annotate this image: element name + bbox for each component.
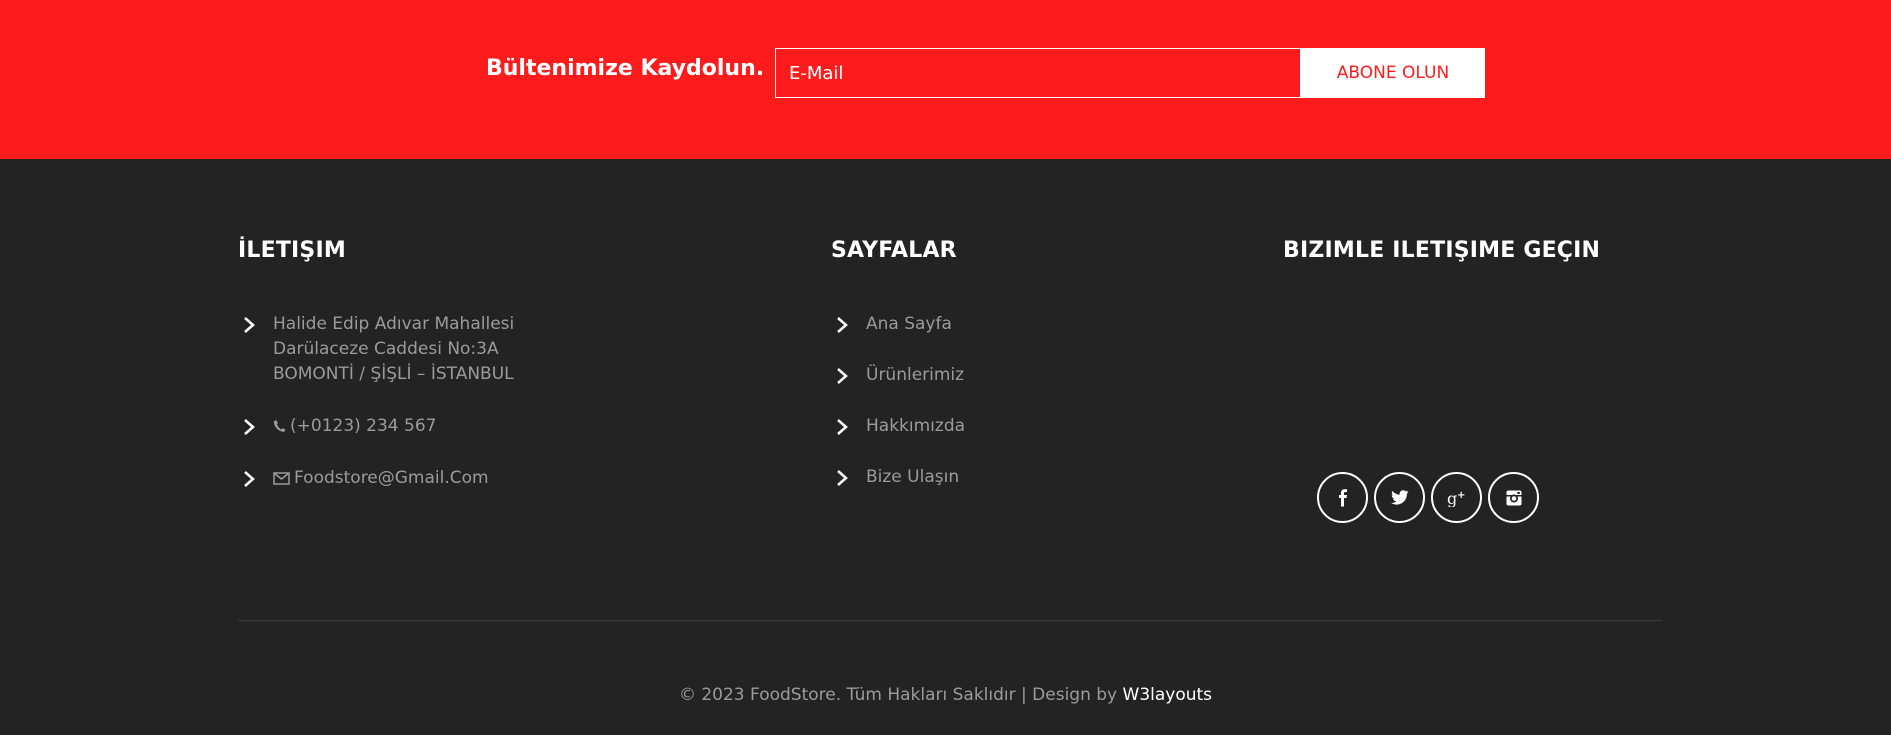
newsletter-form: ABONE OLUN — [775, 48, 1485, 100]
chevron-right-icon — [244, 419, 255, 435]
chevron-right-icon — [244, 317, 255, 333]
address-line: Darülaceze Caddesi No:3A — [273, 339, 499, 359]
newsletter-section: Bültenimize Kaydolun. ABONE OLUN — [0, 0, 1891, 159]
svg-text:+: + — [1457, 490, 1465, 501]
contact-list: Halide Edip Adıvar Mahallesi Darülaceze … — [238, 312, 514, 518]
newsletter-title: Bültenimize Kaydolun. — [486, 56, 765, 81]
instagram-icon[interactable] — [1488, 472, 1539, 523]
chevron-right-icon — [837, 470, 848, 486]
contact-address: Halide Edip Adıvar Mahallesi Darülaceze … — [238, 312, 514, 387]
subscribe-button[interactable]: ABONE OLUN — [1301, 48, 1485, 98]
social-links: g + — [1317, 472, 1539, 523]
footer-divider — [238, 620, 1662, 621]
footer: İLETIŞIM Halide Edip Adıvar Mahallesi Da… — [0, 159, 1891, 735]
phone-icon — [273, 420, 286, 432]
address-line: BOMONTİ / ŞİŞLİ – İSTANBUL — [273, 364, 514, 384]
phone-number: (+0123) 234 567 — [290, 416, 437, 436]
copyright-text: © 2023 FoodStore. Tüm Hakları Saklıdır |… — [678, 685, 1123, 705]
facebook-icon[interactable] — [1317, 472, 1368, 523]
designer-link[interactable]: W3layouts — [1123, 685, 1213, 705]
page-link-home[interactable]: Ana Sayfa — [831, 312, 965, 337]
email-address[interactable]: Foodstore@Gmail.Com — [294, 468, 489, 488]
social-title: BIZIMLE ILETIŞIME GEÇIN — [1283, 238, 1601, 263]
svg-text:g: g — [1447, 489, 1457, 507]
page-link-products[interactable]: Ürünlerimiz — [831, 363, 965, 388]
page-link-label[interactable]: Ana Sayfa — [866, 314, 952, 334]
pages-list: Ana Sayfa Ürünlerimiz Hakkımızda Bize Ul… — [831, 312, 965, 516]
chevron-right-icon — [244, 471, 255, 487]
address-line: Halide Edip Adıvar Mahallesi — [273, 314, 515, 334]
twitter-icon[interactable] — [1374, 472, 1425, 523]
contact-phone: (+0123) 234 567 — [238, 414, 514, 439]
page-link-label[interactable]: Ürünlerimiz — [866, 365, 964, 385]
google-plus-icon[interactable]: g + — [1431, 472, 1482, 523]
contact-email: Foodstore@Gmail.Com — [238, 466, 514, 491]
pages-title: SAYFALAR — [831, 238, 957, 263]
envelope-icon — [273, 471, 290, 485]
page-link-label[interactable]: Hakkımızda — [866, 416, 965, 436]
copyright: © 2023 FoodStore. Tüm Hakları Saklıdır |… — [0, 685, 1891, 705]
page-link-contact[interactable]: Bize Ulaşın — [831, 465, 965, 490]
chevron-right-icon — [837, 368, 848, 384]
chevron-right-icon — [837, 419, 848, 435]
page-link-label[interactable]: Bize Ulaşın — [866, 467, 959, 487]
chevron-right-icon — [837, 317, 848, 333]
page-link-about[interactable]: Hakkımızda — [831, 414, 965, 439]
email-input[interactable] — [775, 48, 1301, 98]
contact-title: İLETIŞIM — [238, 238, 346, 263]
